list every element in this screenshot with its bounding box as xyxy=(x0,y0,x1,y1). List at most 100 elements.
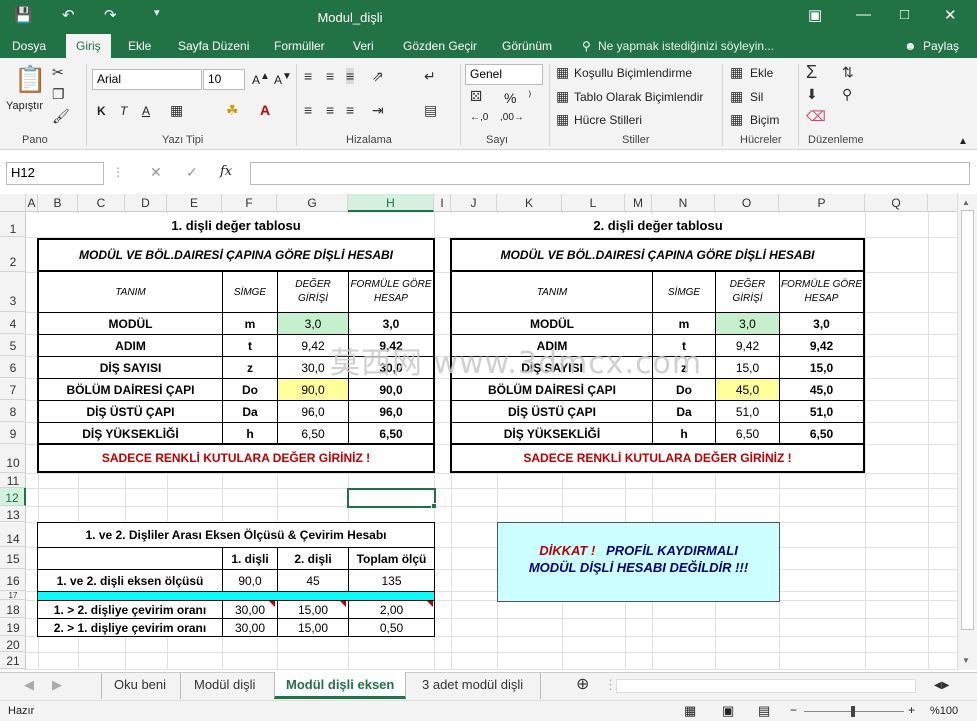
selected-cell-h12[interactable] xyxy=(347,488,436,508)
paste-button[interactable]: Yapıştır xyxy=(6,100,43,112)
align-bottom-icon[interactable]: ≡ xyxy=(346,68,355,84)
row-header[interactable]: 14 xyxy=(0,522,26,547)
scroll-down-icon[interactable]: ▼ xyxy=(962,656,970,665)
font-name-select[interactable]: Arial xyxy=(92,69,202,90)
format-cells-icon[interactable]: ▦ xyxy=(730,111,743,128)
column-header[interactable]: G xyxy=(277,194,348,212)
table3-r16-v3[interactable]: 135 xyxy=(348,569,435,592)
maximize-icon[interactable]: □ xyxy=(900,6,909,23)
row-header[interactable]: 20 xyxy=(0,636,26,652)
share-button[interactable]: Paylaş xyxy=(923,39,959,53)
row-header[interactable]: 21 xyxy=(0,652,26,669)
align-center-icon[interactable]: ≡ xyxy=(326,102,334,118)
column-header[interactable]: Q xyxy=(865,194,928,212)
page-break-view-icon[interactable]: ▤ xyxy=(758,703,770,719)
scroll-up-icon[interactable]: ▲ xyxy=(962,198,970,207)
align-right-icon[interactable]: ≡ xyxy=(346,102,354,118)
table2-deger-cell[interactable]: 9,42 xyxy=(715,334,780,357)
tab-file[interactable]: Dosya xyxy=(12,39,46,53)
normal-view-icon[interactable]: ▦ xyxy=(684,703,696,719)
format-cells-button[interactable]: Biçim xyxy=(750,113,779,127)
column-header[interactable]: K xyxy=(497,194,562,212)
comment-indicator[interactable] xyxy=(340,601,346,607)
fill-icon[interactable]: ⬇ xyxy=(806,86,818,103)
column-header[interactable]: F xyxy=(222,194,277,212)
row-header[interactable]: 17 xyxy=(0,591,26,600)
page-layout-view-icon[interactable]: ▣ xyxy=(722,703,734,719)
decrease-decimal-icon[interactable]: ,00→ xyxy=(500,112,524,123)
column-header[interactable]: B xyxy=(38,194,78,212)
column-header[interactable]: M xyxy=(625,194,652,212)
column-header[interactable]: E xyxy=(167,194,222,212)
add-sheet-icon[interactable]: ⊕ xyxy=(576,674,589,694)
tab-page-layout[interactable]: Sayfa Düzeni xyxy=(178,39,249,53)
table3-r16-v1[interactable]: 90,0 xyxy=(222,569,278,592)
row-header[interactable]: 2 xyxy=(0,237,26,272)
align-left-icon[interactable]: ≡ xyxy=(304,102,312,118)
zoom-slider-thumb[interactable] xyxy=(851,706,855,717)
sheet-tab[interactable]: Modül dişli xyxy=(194,677,255,692)
sheet-tab[interactable]: Oku beni xyxy=(114,677,166,692)
delete-cells-button[interactable]: Sil xyxy=(750,90,763,104)
next-sheet-icon[interactable]: ▶ xyxy=(52,677,62,693)
tab-view[interactable]: Görünüm xyxy=(502,39,552,53)
zoom-out-icon[interactable]: − xyxy=(790,703,797,717)
column-header[interactable]: I xyxy=(434,194,451,212)
cell-styles-button[interactable]: Hücre Stilleri xyxy=(574,113,642,127)
table-format-button[interactable]: Tablo Olarak Biçimlendir xyxy=(574,90,703,104)
table3-r19-v2[interactable]: 15,00 xyxy=(277,618,349,637)
indent-icon[interactable]: ⇥ xyxy=(372,102,384,119)
increase-decimal-icon[interactable]: ←,0 xyxy=(470,112,488,123)
paste-icon[interactable]: 📋 xyxy=(14,64,46,95)
share-icon[interactable]: ☻ xyxy=(904,39,917,53)
row-header[interactable]: 3 xyxy=(0,272,26,312)
row-header[interactable]: 13 xyxy=(0,506,26,522)
tab-home[interactable]: Giriş xyxy=(66,34,111,58)
shrink-font-icon[interactable]: A▼ xyxy=(274,71,292,87)
minimize-icon[interactable]: — xyxy=(856,6,871,23)
tab-formulas[interactable]: Formüller xyxy=(274,39,325,53)
insert-cells-button[interactable]: Ekle xyxy=(750,66,773,80)
column-header[interactable]: O xyxy=(715,194,779,212)
table2-deger-cell[interactable]: 3,0 xyxy=(715,312,780,335)
row-header[interactable]: 1 xyxy=(0,212,26,237)
column-header[interactable]: N xyxy=(652,194,715,212)
table3-r19-v3[interactable]: 0,50 xyxy=(348,618,435,637)
fill-handle[interactable] xyxy=(431,503,437,509)
row-header[interactable]: 4 xyxy=(0,312,26,334)
clear-icon[interactable]: ⌫ xyxy=(806,108,826,125)
insert-function-icon[interactable]: fx xyxy=(220,164,232,179)
close-icon[interactable]: ✕ xyxy=(944,6,957,24)
row-header[interactable]: 18 xyxy=(0,600,26,618)
column-header[interactable]: L xyxy=(562,194,625,212)
scroll-left-icon[interactable]: ◀▶ xyxy=(934,680,949,691)
table2-deger-cell[interactable]: 6,50 xyxy=(715,422,780,445)
ribbon-display-icon[interactable]: ▣ xyxy=(808,6,822,24)
column-header[interactable]: D xyxy=(125,194,167,212)
table1-deger-cell[interactable]: 96,0 xyxy=(277,400,349,423)
column-header[interactable]: J xyxy=(451,194,497,212)
align-top-icon[interactable]: ≡ xyxy=(304,68,312,84)
merge-icon[interactable]: ▤ xyxy=(424,102,437,119)
tab-insert[interactable]: Ekle xyxy=(128,39,151,53)
row-header[interactable]: 16 xyxy=(0,569,26,591)
sheet-tab-active[interactable]: Modül dişli eksen xyxy=(286,677,394,692)
name-box[interactable]: H12 xyxy=(6,162,104,185)
zoom-in-icon[interactable]: + xyxy=(908,703,915,717)
table1-deger-cell[interactable]: 6,50 xyxy=(277,422,349,445)
column-header[interactable]: P xyxy=(779,194,865,212)
table3-r18-v2[interactable]: 15,00 xyxy=(277,600,349,619)
wrap-text-icon[interactable]: ↵ xyxy=(424,68,436,85)
copy-icon[interactable]: ❐ xyxy=(52,86,65,103)
row-header[interactable]: 15 xyxy=(0,547,26,569)
italic-icon[interactable]: T xyxy=(120,104,127,118)
cancel-icon[interactable]: ✕ xyxy=(150,164,162,181)
conditional-format-button[interactable]: Koşullu Biçimlendirme xyxy=(574,66,692,80)
tab-data[interactable]: Veri xyxy=(353,39,374,53)
row-header[interactable]: 19 xyxy=(0,618,26,636)
bold-icon[interactable]: K xyxy=(97,104,106,118)
format-painter-icon[interactable]: 🖌 xyxy=(52,108,70,125)
comment-indicator[interactable] xyxy=(269,601,275,607)
font-size-select[interactable]: 10 xyxy=(203,69,245,90)
autosum-icon[interactable]: Σ xyxy=(806,62,817,83)
